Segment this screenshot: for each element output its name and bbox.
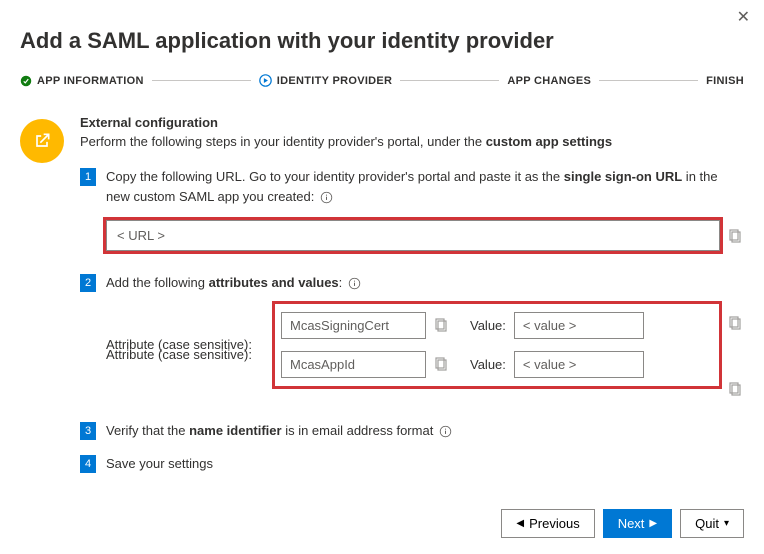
next-button[interactable]: Next ▶ <box>603 509 672 538</box>
info-icon[interactable] <box>320 191 333 204</box>
value-label: Value: <box>470 357 506 372</box>
page-title: Add a SAML application with your identit… <box>20 28 744 54</box>
step-label: IDENTITY PROVIDER <box>277 75 393 87</box>
chevron-right-icon: ▶ <box>649 519 657 529</box>
step-app-information: APP INFORMATION <box>20 75 144 87</box>
step-2-text: Add the following attributes and values: <box>106 273 744 293</box>
wizard-stepper: APP INFORMATION IDENTITY PROVIDER APP CH… <box>20 74 744 87</box>
copy-icon[interactable] <box>434 356 450 372</box>
attribute-name-input[interactable] <box>281 312 426 339</box>
step-label: FINISH <box>706 75 744 87</box>
copy-icon[interactable] <box>728 381 744 397</box>
attribute-value-input[interactable] <box>514 351 644 378</box>
step-app-changes: APP CHANGES <box>507 75 591 87</box>
info-icon[interactable] <box>439 425 452 438</box>
copy-icon[interactable] <box>728 315 744 331</box>
current-step-icon <box>259 74 272 87</box>
step-1-text: Copy the following URL. Go to your ident… <box>106 167 744 206</box>
check-icon <box>20 75 32 87</box>
step-number: 1 <box>80 168 96 186</box>
attribute-label: Attribute (case sensitive): <box>106 347 266 362</box>
section-description: Perform the following steps in your iden… <box>80 134 744 149</box>
previous-button[interactable]: ◀ Previous <box>501 509 594 538</box>
step-label: APP CHANGES <box>507 75 591 87</box>
chevron-down-icon: ▾ <box>724 519 729 529</box>
sso-url-field[interactable]: < URL > <box>106 220 720 251</box>
quit-button[interactable]: Quit ▾ <box>680 509 744 538</box>
section-heading: External configuration <box>80 115 744 130</box>
external-link-icon <box>20 119 64 163</box>
copy-icon[interactable] <box>728 228 744 244</box>
step-3-text: Verify that the name identifier is in em… <box>106 421 744 441</box>
step-finish: FINISH <box>706 75 744 87</box>
step-number: 3 <box>80 422 96 440</box>
close-icon[interactable]: ✕ <box>737 10 750 26</box>
attribute-value-input[interactable] <box>514 312 644 339</box>
value-label: Value: <box>470 318 506 333</box>
copy-icon[interactable] <box>434 317 450 333</box>
step-4-text: Save your settings <box>106 454 744 474</box>
step-identity-provider: IDENTITY PROVIDER <box>259 74 393 87</box>
chevron-left-icon: ◀ <box>516 519 524 529</box>
step-number: 2 <box>80 274 96 292</box>
step-label: APP INFORMATION <box>37 75 144 87</box>
step-number: 4 <box>80 455 96 473</box>
info-icon[interactable] <box>348 277 361 290</box>
attribute-name-input[interactable] <box>281 351 426 378</box>
